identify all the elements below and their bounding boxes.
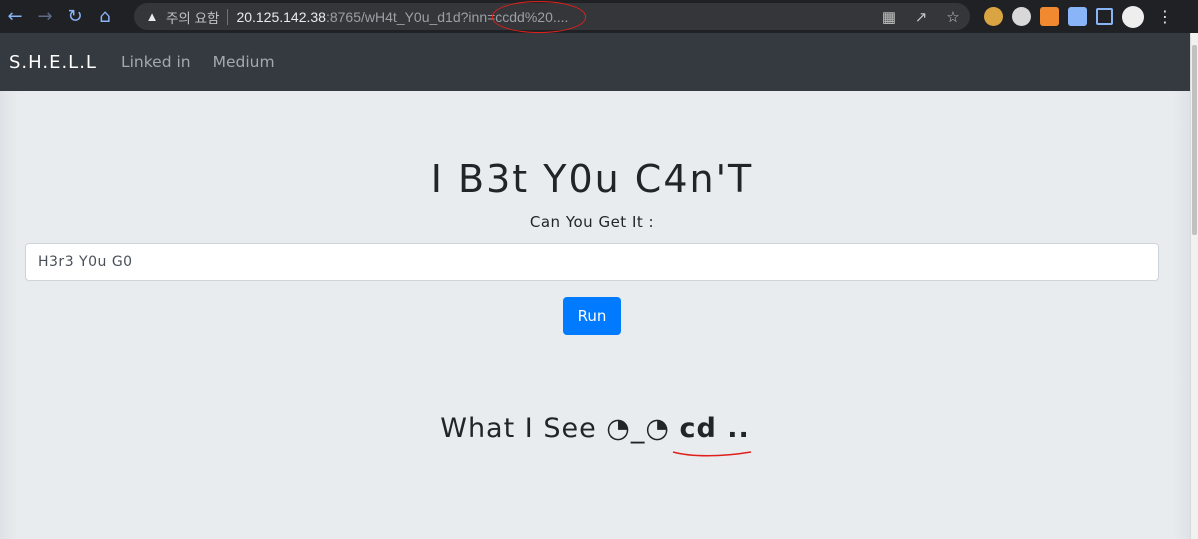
- site-navbar: S.H.E.L.L Linked in Medium: [0, 33, 1190, 91]
- nav-link-medium[interactable]: Medium: [213, 53, 275, 71]
- security-warning-label[interactable]: 주의 요함: [166, 7, 219, 27]
- star-icon[interactable]: ☆: [944, 8, 962, 26]
- page-scrollbar[interactable]: [1190, 33, 1198, 539]
- run-button[interactable]: Run: [563, 297, 621, 335]
- extensions-bar: ⋮: [984, 4, 1173, 29]
- back-arrow-icon[interactable]: ←: [0, 2, 30, 32]
- translate-icon[interactable]: ▦: [880, 8, 898, 26]
- reload-icon[interactable]: ↻: [60, 2, 90, 32]
- forward-arrow-icon[interactable]: →: [30, 2, 60, 32]
- result-prefix: What I See ◔_◔: [440, 413, 670, 444]
- result-output: What I See ◔_◔ cd ..: [0, 413, 1190, 444]
- scrollbar-thumb[interactable]: [1192, 45, 1197, 235]
- settings-extension-icon[interactable]: [1012, 7, 1031, 26]
- menu-icon[interactable]: ⋮: [1157, 7, 1173, 26]
- extensions-icon[interactable]: [1068, 7, 1087, 26]
- side-panel-icon[interactable]: [1096, 8, 1113, 25]
- annotation-circle: [492, 1, 586, 33]
- browser-toolbar: ← → ↻ ⌂ ▲ 주의 요함 20.125.142.38:8765/wH4t_…: [0, 0, 1198, 33]
- warning-icon[interactable]: ▲: [144, 9, 160, 24]
- nav-link-linkedin[interactable]: Linked in: [121, 53, 191, 71]
- page-title: I B3t Y0u C4n'T: [430, 157, 754, 201]
- navbar-brand[interactable]: S.H.E.L.L: [9, 52, 97, 73]
- input-label: Can You Get It :: [529, 213, 655, 231]
- result-command-output: cd ..: [679, 413, 750, 444]
- profile-avatar[interactable]: [1122, 5, 1144, 28]
- home-icon[interactable]: ⌂: [90, 2, 120, 32]
- address-separator: [227, 8, 229, 25]
- metamask-fox-icon[interactable]: [1040, 7, 1059, 26]
- cookie-extension-icon[interactable]: [984, 7, 1003, 26]
- url-host[interactable]: 20.125.142.38: [236, 9, 326, 25]
- main-content: I B3t Y0u C4n'T Can You Get It : Run Wha…: [0, 91, 1190, 539]
- share-icon[interactable]: ↗: [912, 8, 930, 26]
- address-bar-actions: ▦ ↗ ☆: [880, 3, 962, 30]
- annotation-underline: [672, 451, 752, 457]
- command-input[interactable]: [25, 243, 1159, 281]
